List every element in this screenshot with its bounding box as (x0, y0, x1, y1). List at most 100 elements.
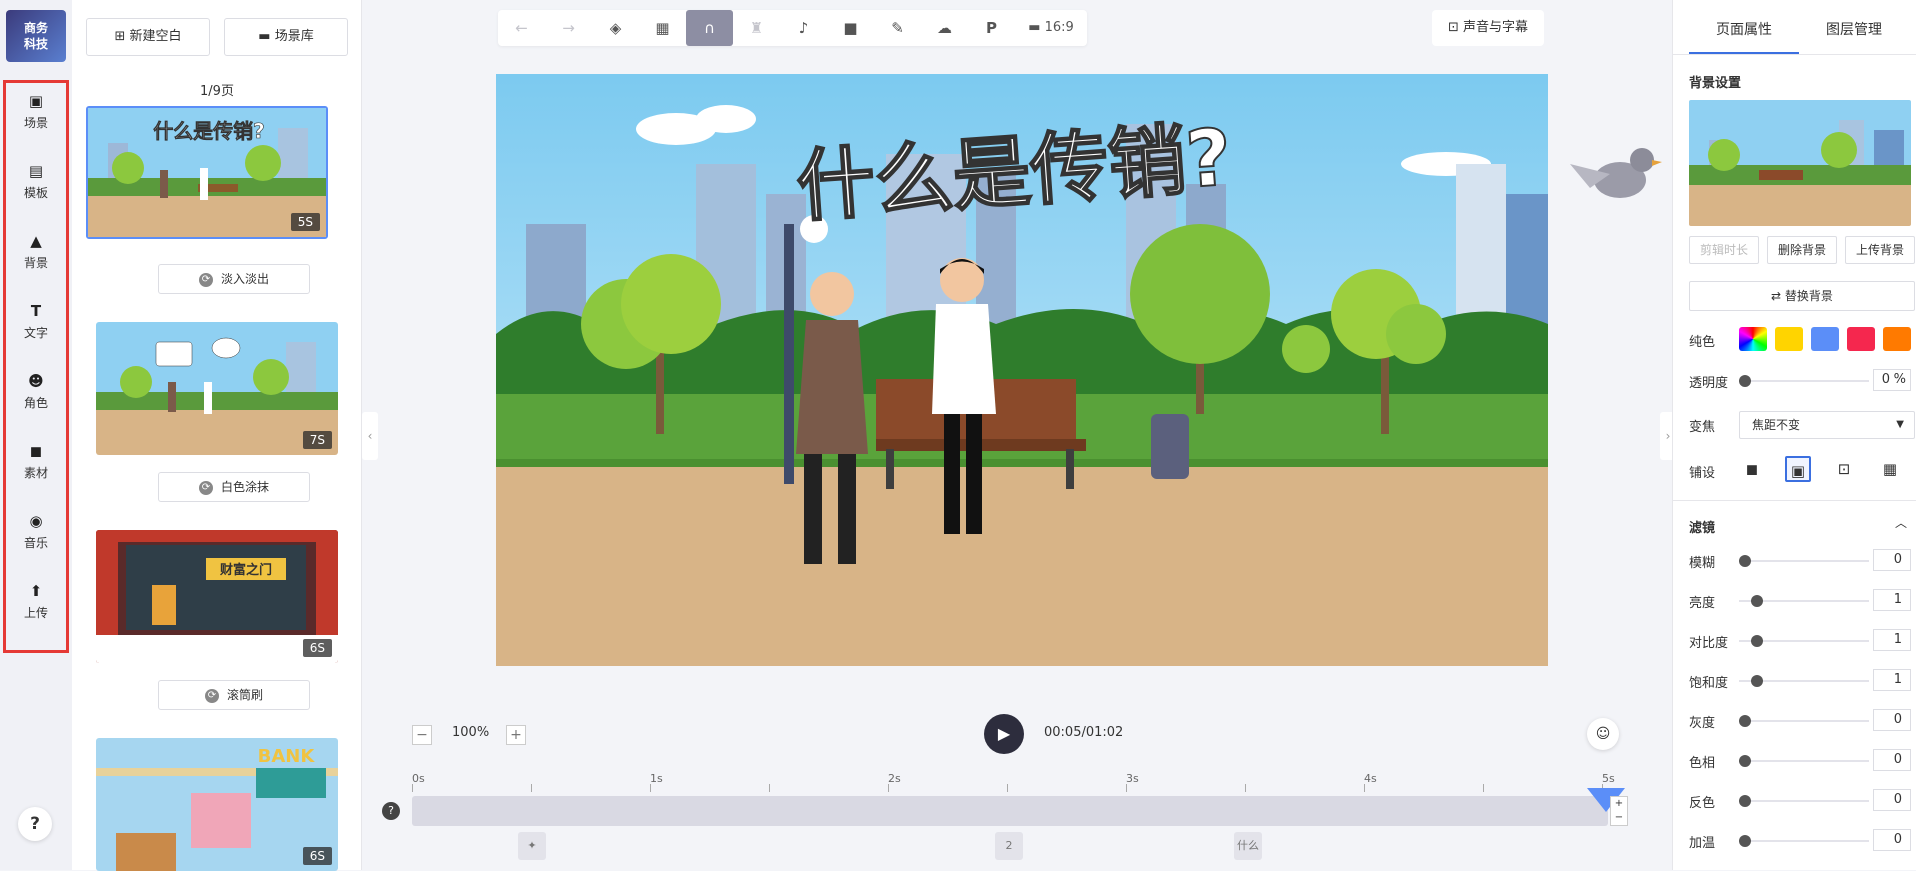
sidebar-item-scene[interactable]: ▣ 场景 (0, 92, 72, 152)
filter-slider[interactable] (1739, 635, 1869, 647)
scene-thumb-1[interactable]: 什么是传销? 5S (86, 106, 328, 239)
tick-label: 1s (650, 772, 663, 785)
sidebar-item-text[interactable]: T 文字 (0, 302, 72, 362)
help-button[interactable]: ? (18, 807, 52, 841)
scene-thumb-image: BANK (96, 738, 338, 871)
filter-slider[interactable] (1739, 715, 1869, 727)
tile-stretch-button[interactable]: ⊡ (1831, 456, 1857, 482)
camera-button[interactable]: ■ (827, 10, 874, 46)
grid-button[interactable]: ▦ (639, 10, 686, 46)
tab-page-properties[interactable]: 页面属性 (1689, 14, 1799, 54)
microphone-button[interactable]: ♪ (780, 10, 827, 46)
color-swatch-blue[interactable] (1811, 327, 1839, 351)
tile-fit-button[interactable]: ◼ (1739, 456, 1765, 482)
background-preview[interactable] (1689, 100, 1911, 226)
scene-library-button[interactable]: ▬ 场景库 (224, 18, 348, 56)
slider-knob[interactable] (1751, 675, 1763, 687)
sound-subtitle-button[interactable]: ⊡ 声音与字幕 (1432, 10, 1544, 46)
filter-value-input[interactable]: 0 (1873, 709, 1911, 731)
opacity-value-input[interactable]: 0% (1873, 369, 1911, 391)
filter-value-input[interactable]: 0 (1873, 749, 1911, 771)
play-button[interactable]: ▶ (984, 714, 1024, 754)
transition-button[interactable]: ⟳ 白色涂抹 (158, 472, 310, 502)
app-logo[interactable]: 商务 科技 (6, 10, 66, 62)
transition-button[interactable]: ⟳ 滚筒刷 (158, 680, 310, 710)
upload-background-button[interactable]: 上传背景 (1845, 236, 1915, 264)
timeline-help-icon[interactable]: ? (382, 802, 400, 820)
filter-slider[interactable] (1739, 595, 1869, 607)
timeline-track[interactable] (412, 796, 1608, 826)
scene-canvas[interactable]: 什么是传销? (496, 74, 1548, 666)
filter-value-input[interactable]: 0 (1873, 549, 1911, 571)
filter-slider[interactable] (1739, 795, 1869, 807)
transition-icon: ⟳ (204, 688, 219, 703)
filter-value-input[interactable]: 0 (1873, 829, 1911, 851)
slider-knob[interactable] (1739, 795, 1751, 807)
delete-background-button[interactable]: 删除背景 (1767, 236, 1837, 264)
p-button[interactable]: P (968, 10, 1015, 46)
layers-button[interactable]: ◈ (592, 10, 639, 46)
track-item-2[interactable]: 2 (995, 832, 1023, 860)
cloud-icon: ☁ (937, 19, 952, 37)
filter-slider[interactable] (1739, 675, 1869, 687)
cloud-button[interactable]: ☁ (921, 10, 968, 46)
tab-layer-management[interactable]: 图层管理 (1799, 14, 1909, 54)
transition-button[interactable]: ⟳ 淡入淡出 (158, 264, 310, 294)
scene-library-label: 场景库 (274, 29, 314, 44)
redo-button[interactable]: → (545, 10, 592, 46)
filter-slider[interactable] (1739, 555, 1869, 567)
magnet-button[interactable]: ∩ (686, 10, 733, 46)
redo-icon: → (562, 19, 575, 37)
sidebar-item-character[interactable]: ☻ 角色 (0, 372, 72, 432)
track-text-item[interactable]: 什么 (1234, 832, 1262, 860)
filter-slider[interactable] (1739, 835, 1869, 847)
slider-knob[interactable] (1739, 375, 1751, 387)
color-swatch-red[interactable] (1847, 327, 1875, 351)
new-blank-button[interactable]: ⊞ 新建空白 (86, 18, 210, 56)
logo-line2: 科技 (23, 37, 48, 51)
track-bird-item[interactable]: ✦ (518, 832, 546, 860)
sidebar-item-upload[interactable]: ⬆ 上传 (0, 582, 72, 642)
track-item-label: 2 (1005, 839, 1013, 852)
sidebar-item-template[interactable]: ▤ 模板 (0, 162, 72, 222)
avatar-button[interactable]: ☺ (1587, 718, 1619, 750)
collapse-left-handle[interactable]: ‹ (362, 412, 378, 460)
color-swatch-yellow[interactable] (1775, 327, 1803, 351)
slider-knob[interactable] (1751, 595, 1763, 607)
timeline-extend-control[interactable]: + − (1610, 796, 1628, 826)
color-swatch-orange[interactable] (1883, 327, 1911, 351)
scene-thumb-4[interactable]: BANK 6S (96, 738, 338, 871)
filter-value-input[interactable]: 0 (1873, 789, 1911, 811)
sidebar-item-material[interactable]: ◼ 素材 (0, 442, 72, 502)
filter-value-input[interactable]: 1 (1873, 669, 1911, 691)
tile-repeat-button[interactable]: ▦ (1877, 456, 1903, 482)
left-icon-bar: 商务 科技 ▣ 场景 ▤ 模板 ▲ 背景 T 文字 ☻ 角色 ◼ 素材 ◉ 音乐… (0, 0, 72, 870)
slider-knob[interactable] (1739, 835, 1751, 847)
format-painter-button[interactable]: ♜ (733, 10, 780, 46)
aspect-ratio-button[interactable]: ▬ 16:9 (1015, 10, 1087, 46)
replace-background-button[interactable]: ⇄ 替换背景 (1689, 281, 1915, 311)
slider-knob[interactable] (1739, 715, 1751, 727)
zoom-select[interactable]: 焦距不变 ▼ (1739, 411, 1915, 439)
ruler-tick (531, 784, 532, 792)
transition-label: 滚筒刷 (226, 688, 263, 702)
opacity-slider[interactable] (1739, 375, 1869, 387)
slider-knob[interactable] (1739, 555, 1751, 567)
sidebar-item-background[interactable]: ▲ 背景 (0, 232, 72, 292)
slider-knob[interactable] (1751, 635, 1763, 647)
zoom-out-button[interactable]: − (412, 725, 432, 745)
pen-button[interactable]: ✎ (874, 10, 921, 46)
color-picker-swatch[interactable] (1739, 327, 1767, 351)
filter-value-input[interactable]: 1 (1873, 629, 1911, 651)
chevron-up-icon[interactable]: ︿ (1895, 514, 1907, 531)
trim-duration-button[interactable]: 剪辑时长 (1689, 236, 1759, 264)
undo-button[interactable]: ← (498, 10, 545, 46)
tile-fill-button[interactable]: ▣ (1785, 456, 1811, 482)
filter-slider[interactable] (1739, 755, 1869, 767)
sidebar-item-music[interactable]: ◉ 音乐 (0, 512, 72, 572)
scene-thumb-2[interactable]: 7S (96, 322, 338, 455)
filter-value-input[interactable]: 1 (1873, 589, 1911, 611)
scene-thumb-3[interactable]: 财富之门 6S (96, 530, 338, 663)
slider-knob[interactable] (1739, 755, 1751, 767)
zoom-in-button[interactable]: + (506, 725, 526, 745)
